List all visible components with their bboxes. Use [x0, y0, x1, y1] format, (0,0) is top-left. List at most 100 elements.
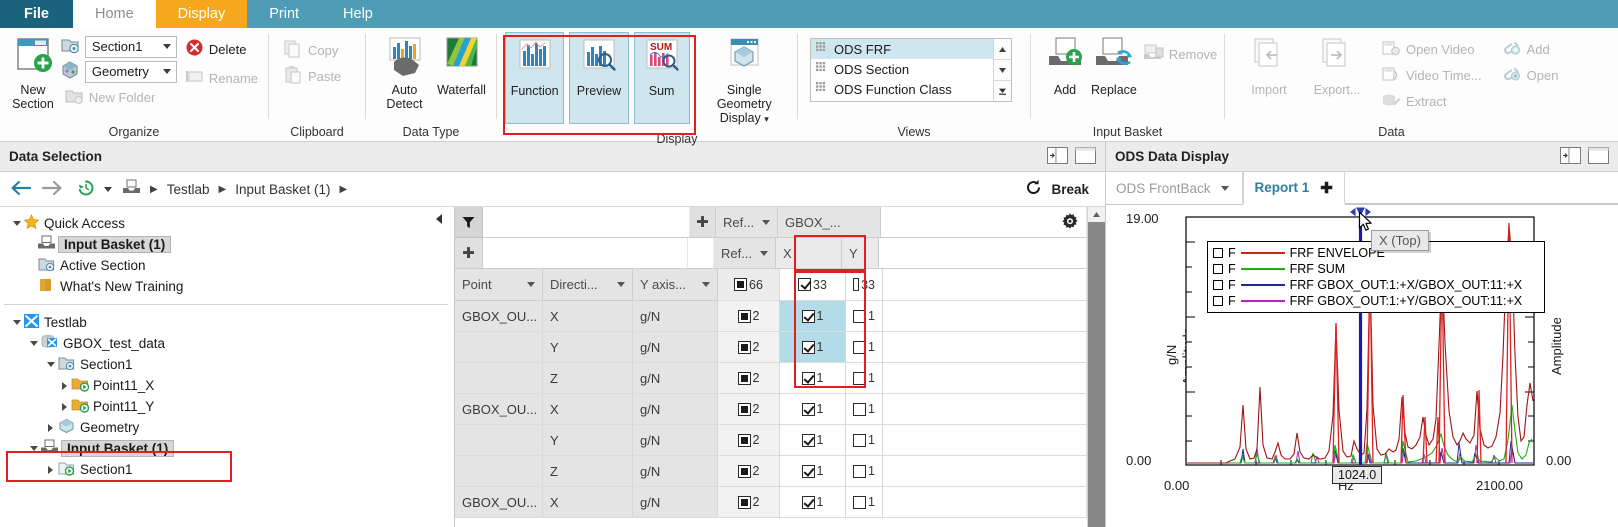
- column-header-point[interactable]: Point: [455, 269, 543, 301]
- cell-x-checkbox[interactable]: 1: [780, 456, 846, 487]
- checkbox-unchecked[interactable]: [853, 402, 867, 416]
- checkbox-checked[interactable]: [801, 340, 815, 354]
- views-item-ods-function-class[interactable]: ODS Function Class: [811, 79, 993, 99]
- tab-display[interactable]: Display: [155, 0, 248, 28]
- checkbox-checked[interactable]: [801, 433, 815, 447]
- attachment-open-button[interactable]: Open: [1498, 62, 1563, 88]
- attachment-add-button[interactable]: Add: [1498, 36, 1563, 62]
- paste-button[interactable]: Paste: [279, 63, 345, 89]
- open-video-button[interactable]: Open Video: [1377, 36, 1486, 62]
- count-cell-ref[interactable]: 66: [718, 269, 780, 301]
- group-header-gbox[interactable]: GBOX_...: [778, 207, 881, 238]
- cell-x-checkbox[interactable]: 1: [780, 332, 846, 363]
- basket-icon[interactable]: [122, 179, 141, 199]
- expander-icon[interactable]: [27, 341, 40, 346]
- function-button[interactable]: Function: [505, 32, 565, 124]
- sub-header-ref[interactable]: Ref...: [714, 238, 776, 269]
- sum-button[interactable]: SUM Sum: [633, 32, 690, 124]
- new-section-button[interactable]: New Section: [6, 32, 60, 115]
- export-button[interactable]: Export...: [1303, 32, 1371, 101]
- cell-x-checkbox[interactable]: 1: [780, 301, 846, 332]
- checkbox-partial[interactable]: [737, 495, 751, 509]
- scroll-down-button[interactable]: [994, 60, 1011, 81]
- tab-print[interactable]: Print: [247, 0, 321, 28]
- chart-cursor-value[interactable]: 1024.0: [1332, 466, 1383, 484]
- video-time-button[interactable]: Video Time...: [1377, 62, 1486, 88]
- extract-button[interactable]: Extract: [1377, 88, 1486, 114]
- expander-icon[interactable]: [27, 446, 40, 451]
- views-scrollbar[interactable]: [993, 39, 1011, 101]
- cell-x-checkbox[interactable]: 1: [780, 394, 846, 425]
- checkbox-checked[interactable]: [801, 371, 815, 385]
- preview-button[interactable]: Preview: [569, 32, 629, 124]
- cell-ref-checkbox[interactable]: 2: [718, 363, 780, 394]
- sub-header-y[interactable]: Y: [842, 238, 879, 269]
- checkbox-checked[interactable]: [801, 402, 815, 416]
- table-row[interactable]: Y g/N 2 1 1: [455, 332, 1087, 363]
- cell-y-checkbox[interactable]: 1: [846, 456, 883, 487]
- break-button[interactable]: Break: [1051, 182, 1089, 197]
- cell-x-checkbox[interactable]: 1: [780, 363, 846, 394]
- remove-button[interactable]: Remove: [1139, 41, 1221, 67]
- column-header-direction[interactable]: Directi...: [543, 269, 633, 301]
- views-item-ods-frf[interactable]: ODS FRF: [811, 39, 993, 59]
- maximize-icon[interactable]: [1588, 146, 1609, 167]
- table-row[interactable]: Z g/N 2 1 1: [455, 456, 1087, 487]
- chevron-down-icon[interactable]: [1220, 185, 1229, 191]
- waterfall-button[interactable]: Waterfall: [433, 32, 490, 101]
- legend-item[interactable]: F FRF SUM: [1213, 261, 1538, 277]
- add-to-basket-button[interactable]: Add: [1041, 32, 1089, 101]
- add-tab-icon[interactable]: ✚: [1320, 179, 1333, 197]
- chevron-down-icon[interactable]: [762, 219, 770, 225]
- column-header-yaxis[interactable]: Y axis...: [633, 269, 718, 301]
- checkbox-checked[interactable]: [801, 464, 815, 478]
- cell-y-checkbox[interactable]: 1: [846, 363, 883, 394]
- expander-icon[interactable]: [44, 362, 57, 367]
- tree-node-quick-input-basket[interactable]: Input Basket (1): [0, 234, 454, 255]
- tree-node-point11-y[interactable]: Point11_Y: [0, 396, 454, 417]
- table-row[interactable]: Y g/N 2 1 1: [455, 425, 1087, 456]
- cell-x-checkbox[interactable]: 1: [780, 487, 846, 518]
- count-cell-y[interactable]: 33: [846, 269, 883, 301]
- checkbox-unchecked[interactable]: [853, 495, 867, 509]
- back-button[interactable]: [10, 179, 32, 200]
- legend-checkbox[interactable]: [1213, 280, 1223, 290]
- filter-button[interactable]: [455, 207, 483, 238]
- forward-button[interactable]: [41, 179, 63, 200]
- tree-node-section1[interactable]: Section1: [0, 354, 454, 375]
- cell-ref-checkbox[interactable]: 2: [718, 301, 780, 332]
- cell-ref-checkbox[interactable]: 2: [718, 456, 780, 487]
- cell-y-checkbox[interactable]: 1: [846, 487, 883, 518]
- tab-home[interactable]: Home: [72, 0, 156, 28]
- legend-item[interactable]: F FRF GBOX_OUT:1:+X/GBOX_OUT:11:+X: [1213, 277, 1538, 293]
- tab-help[interactable]: Help: [321, 0, 395, 28]
- copy-button[interactable]: Copy: [279, 37, 342, 63]
- collapse-panel-icon[interactable]: [434, 213, 446, 228]
- tree-node-active-section[interactable]: Active Section: [0, 255, 454, 276]
- delete-button[interactable]: Delete: [181, 36, 262, 62]
- auto-detect-button[interactable]: Auto Detect: [376, 32, 433, 115]
- checkbox-unchecked[interactable]: [853, 464, 867, 478]
- checkbox-partial[interactable]: [734, 278, 748, 291]
- add-row-button[interactable]: ✚: [455, 238, 483, 269]
- table-vertical-scrollbar[interactable]: [1087, 207, 1105, 527]
- checkbox-partial[interactable]: [737, 371, 751, 385]
- breadcrumb-item-testlab[interactable]: Testlab: [167, 182, 210, 197]
- frf-chart[interactable]: 19.00 0.00 0.00 0.00 2100.00 Hz g/N Ampl…: [1106, 205, 1618, 527]
- chevron-down-icon[interactable]: [617, 282, 625, 287]
- tree-node-whats-new-training[interactable]: What's New Training: [0, 276, 454, 297]
- expander-icon[interactable]: [58, 402, 71, 411]
- checkbox-partial[interactable]: [737, 464, 751, 478]
- table-row[interactable]: Z g/N 2 1 1: [455, 363, 1087, 394]
- chevron-down-icon[interactable]: [702, 282, 710, 287]
- chevron-down-icon[interactable]: [527, 282, 535, 287]
- legend-checkbox[interactable]: [1213, 264, 1223, 274]
- cell-ref-checkbox[interactable]: 2: [718, 332, 780, 363]
- legend-item[interactable]: F FRF GBOX_OUT:1:+Y/GBOX_OUT:11:+X: [1213, 293, 1538, 309]
- cell-x-checkbox[interactable]: 1: [780, 425, 846, 456]
- expander-icon[interactable]: [44, 423, 57, 432]
- section-combobox[interactable]: Section1: [84, 35, 177, 58]
- filter-input-row[interactable]: [483, 207, 690, 238]
- checkbox-unchecked[interactable]: [853, 309, 867, 323]
- split-view-icon[interactable]: [1560, 146, 1581, 167]
